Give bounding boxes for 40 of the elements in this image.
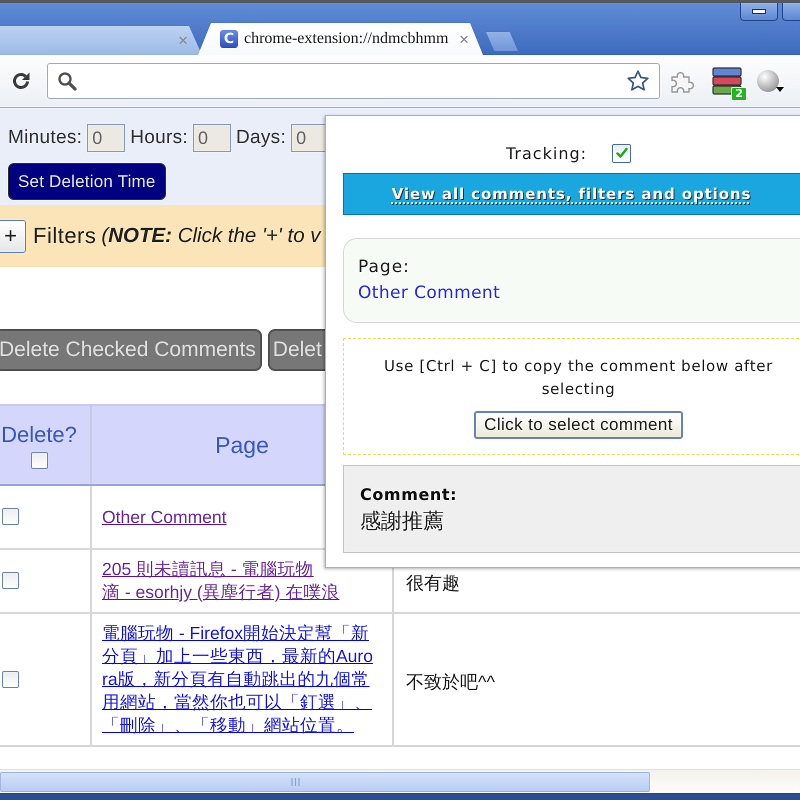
number-field[interactable]: 0 xyxy=(87,124,126,152)
sphere-icon[interactable] xyxy=(756,69,780,93)
column-header: Page xyxy=(215,432,269,458)
minimize-button[interactable] xyxy=(740,3,778,21)
tracking-checkbox[interactable] xyxy=(612,144,631,162)
tracking-label: Tracking: xyxy=(506,144,587,162)
favicon: C xyxy=(220,30,238,48)
tab-close-button[interactable]: × xyxy=(459,30,469,48)
column-header: Delete? xyxy=(1,422,77,446)
checkmark-icon xyxy=(616,147,628,159)
filters-label: Filters xyxy=(33,223,96,249)
view-all-link[interactable]: View all comments, filters and options xyxy=(343,173,800,215)
expand-filters-button[interactable]: + xyxy=(0,220,26,252)
grip-icon xyxy=(290,778,300,786)
page-label: Page: xyxy=(358,256,411,279)
comment-text: 感謝推薦 xyxy=(360,508,445,535)
count-badge: 2 xyxy=(731,87,747,101)
delete-button[interactable]: Delete Checked Comments xyxy=(0,329,262,371)
field-label: Minutes: xyxy=(8,127,82,149)
browser-tab[interactable]: C chrome-extension://ndmcbhmm × xyxy=(198,23,483,55)
caret-icon xyxy=(776,87,784,92)
set-deletion-time-button[interactable]: Set Deletion Time xyxy=(8,163,166,200)
row-checkbox[interactable] xyxy=(2,572,19,590)
scrollbar-thumb[interactable] xyxy=(0,772,650,792)
copy-instructions: Use [Ctrl + C] to copy the comment below after selecting xyxy=(383,356,774,400)
row-checkbox[interactable] xyxy=(2,670,19,688)
number-field[interactable]: 0 xyxy=(192,124,231,152)
search-icon xyxy=(57,71,77,91)
horizontal-scrollbar[interactable] xyxy=(0,769,800,793)
select-comment-button[interactable]: Click to select comment xyxy=(474,411,683,439)
page-link[interactable]: Other Comment xyxy=(358,283,500,303)
comment-label: Comment: xyxy=(360,485,458,504)
field-label: Hours: xyxy=(130,127,188,149)
row-checkbox[interactable] xyxy=(2,508,19,526)
page-link[interactable]: Other Comment xyxy=(102,506,226,528)
star-icon[interactable] xyxy=(626,69,650,93)
filters-note: (NOTE: Click the '+' to v xyxy=(101,224,321,248)
select-all-checkbox[interactable] xyxy=(30,452,48,468)
minimize-icon xyxy=(752,9,766,14)
field-label: Days: xyxy=(236,127,286,149)
